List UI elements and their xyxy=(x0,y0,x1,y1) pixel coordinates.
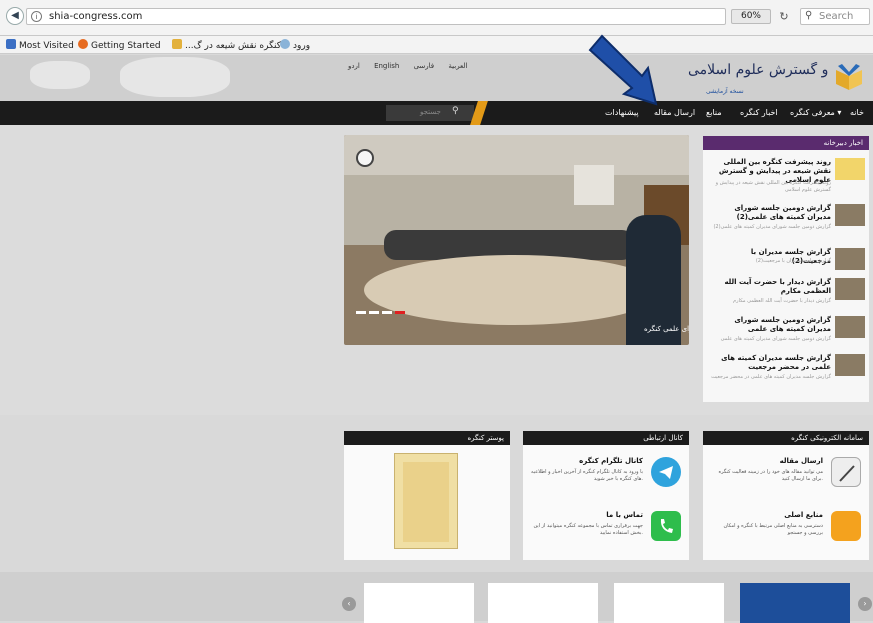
slide-caption: جلسه شورای علمی کنگره xyxy=(644,325,689,333)
nav-sources[interactable]: منابع xyxy=(706,108,722,117)
firefox-icon xyxy=(78,39,88,49)
nav-about[interactable]: معرفی کنگره ▾ xyxy=(790,108,841,117)
lang-english[interactable]: English xyxy=(374,62,399,70)
partner-logo[interactable] xyxy=(614,583,724,623)
zoom-indicator[interactable]: 60% xyxy=(731,9,771,24)
chevron-down-icon: ▾ xyxy=(837,108,842,117)
pencil-icon xyxy=(831,457,861,487)
image-slider[interactable]: جلسه شورای علمی کنگره xyxy=(344,135,689,345)
search-placeholder: Search xyxy=(819,11,854,22)
site-logo[interactable]: کنگره بین المللی نقش شیعه در پیدایش و گس… xyxy=(688,56,868,98)
nav-submit-article[interactable]: ارسال مقاله xyxy=(654,108,695,117)
news-item[interactable]: گزارش دومین جلسه شورای مدیران کمیته های … xyxy=(707,202,865,238)
partner-logo[interactable] xyxy=(364,583,474,623)
main-navbar: خانه معرفی کنگره ▾ اخبار کنگره منابع ارس… xyxy=(0,101,873,125)
nav-home[interactable]: خانه xyxy=(850,108,864,117)
site-search-placeholder: جستجو xyxy=(420,108,441,116)
site-icon xyxy=(172,39,182,49)
news-item[interactable]: گزارش جلسه مدیران کمیته های علمی در محضر… xyxy=(707,352,865,388)
bookmark-congress[interactable]: ...کنگره نقش شیعه در گ xyxy=(172,39,281,51)
bookmark-login[interactable]: ورود xyxy=(280,39,310,51)
annotation-arrow-icon xyxy=(588,34,658,106)
partners-next-icon[interactable]: › xyxy=(858,597,872,611)
info-icon[interactable]: i xyxy=(31,11,42,22)
lang-farsi[interactable]: فارسی xyxy=(414,62,435,70)
bookmarks-icon xyxy=(6,39,16,49)
beta-label: نسخه آزمایشی xyxy=(706,88,744,95)
search-icon[interactable]: ⚲ xyxy=(452,106,459,116)
main-sources-link[interactable]: منابع اصلی دسترسی به منابع اصلی مرتبط با… xyxy=(703,505,869,553)
lang-arabic[interactable]: العربية xyxy=(448,62,467,70)
world-map-decoration xyxy=(120,57,230,97)
folder-icon xyxy=(831,511,861,541)
widget-heading: پوستر کنگره xyxy=(344,431,510,445)
contact-channel-widget: کانال ارتباطی کانال تلگرام کنگره با ورود… xyxy=(523,431,689,560)
partner-logo[interactable] xyxy=(488,583,598,623)
lang-urdu[interactable]: اردو xyxy=(348,62,360,70)
search-icon: ⚲ xyxy=(805,10,813,21)
news-item[interactable]: گزارش دیدار با حضرت آیت الله العظمی مکار… xyxy=(707,276,865,312)
electronic-system-widget: سامانه الکترونیکی کنگره ارسال مقاله می ت… xyxy=(703,431,869,560)
contact-us-link[interactable]: تماس با ما جهت برقراری تماس با مجموعه کن… xyxy=(523,505,689,553)
logo-text: کنگره بین المللی نقش شیعه در پیدایش و گس… xyxy=(688,62,828,78)
news-thumbnail xyxy=(835,158,865,180)
news-item[interactable]: روند پیشرفت کنگره بین المللی نقش شیعه در… xyxy=(707,156,865,193)
news-thumbnail xyxy=(835,278,865,300)
nav-news[interactable]: اخبار کنگره xyxy=(740,108,778,117)
browser-search-input[interactable]: ⚲ Search xyxy=(800,8,870,25)
clock-decoration xyxy=(356,149,374,167)
partner-logo[interactable] xyxy=(740,583,850,623)
browser-toolbar: ◀ i shia-congress.com 60% ↻ ⚲ Search xyxy=(0,0,873,36)
nav-suggestions[interactable]: پیشنهادات xyxy=(605,108,639,117)
slider-dots[interactable] xyxy=(356,307,408,316)
slide-photo xyxy=(344,135,689,175)
telegram-channel-link[interactable]: کانال تلگرام کنگره با ورود به کانال تلگر… xyxy=(523,451,689,499)
url-text: shia-congress.com xyxy=(49,11,143,22)
news-panel: اخبار دبیرخانه روند پیشرفت کنگره بین الم… xyxy=(703,136,869,402)
news-thumbnail xyxy=(835,354,865,376)
news-thumbnail xyxy=(835,316,865,338)
address-bar[interactable]: i shia-congress.com xyxy=(26,8,726,25)
widget-heading: کانال ارتباطی xyxy=(523,431,689,445)
reload-icon[interactable]: ↻ xyxy=(776,9,792,24)
news-item[interactable]: گزارش دومین جلسه شورای مدیران کمیته های … xyxy=(707,314,865,350)
poster-widget: پوستر کنگره xyxy=(344,431,510,560)
widget-heading: سامانه الکترونیکی کنگره xyxy=(703,431,869,445)
bookmark-most-visited[interactable]: Most Visited xyxy=(6,39,74,51)
bookmarks-toolbar: Most Visited Getting Started ...کنگره نق… xyxy=(0,36,873,54)
submit-article-link[interactable]: ارسال مقاله می توانید مقاله های خود را د… xyxy=(703,451,869,499)
partners-prev-icon[interactable]: ‹ xyxy=(342,597,356,611)
congress-poster[interactable] xyxy=(394,453,458,549)
back-arrow-icon[interactable]: ◀ xyxy=(6,7,24,25)
world-map-decoration xyxy=(30,61,90,89)
site-search-input[interactable]: جستجو ⚲ xyxy=(386,105,474,121)
language-links: اردو English العربية فارسی xyxy=(348,62,480,70)
news-thumbnail xyxy=(835,248,865,270)
site-icon xyxy=(280,39,290,49)
telegram-icon xyxy=(651,457,681,487)
news-heading: اخبار دبیرخانه xyxy=(703,136,869,150)
news-thumbnail xyxy=(835,204,865,226)
book-logo-icon xyxy=(836,64,862,90)
phone-icon xyxy=(651,511,681,541)
bookmark-getting-started[interactable]: Getting Started xyxy=(78,39,161,51)
